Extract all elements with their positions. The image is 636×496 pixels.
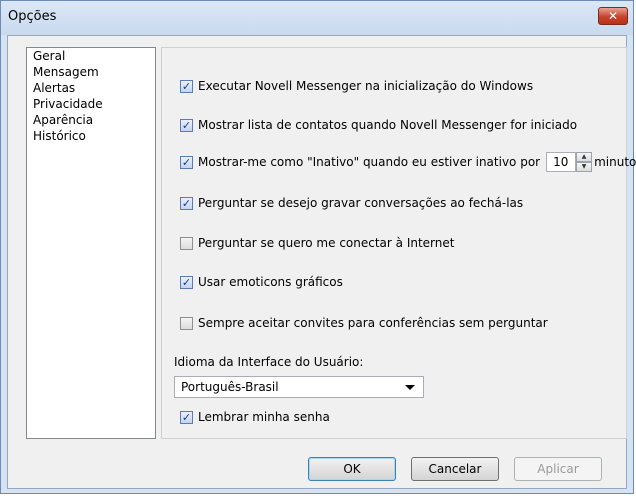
close-icon: ✕ xyxy=(607,9,619,23)
option-run-at-startup[interactable]: ✓ Executar Novell Messenger na inicializ… xyxy=(180,79,533,93)
cancel-button[interactable]: Cancelar xyxy=(411,457,499,481)
option-label: Usar emoticons gráficos xyxy=(198,275,343,289)
checkbox[interactable]: ✓ xyxy=(180,155,193,169)
options-dialog: Opções ✕ Geral Mensagem Alertas Privacid… xyxy=(0,0,636,494)
minutes-unit-label: minuto xyxy=(594,155,636,169)
language-label: Idioma da Interface do Usuário: xyxy=(174,355,364,369)
option-show-contacts[interactable]: ✓ Mostrar lista de contatos quando Novel… xyxy=(180,118,577,132)
apply-button[interactable]: Aplicar xyxy=(514,457,602,481)
checkbox[interactable]: ✓ xyxy=(180,118,193,132)
option-show-inactive[interactable]: ✓ Mostrar-me como "Inativo" quando eu es… xyxy=(180,152,636,172)
window-title: Opções xyxy=(8,9,57,24)
category-item-alertas[interactable]: Alertas xyxy=(27,80,155,96)
chevron-down-icon xyxy=(405,384,415,390)
close-button[interactable]: ✕ xyxy=(598,7,628,25)
option-accept-conferences[interactable]: Sempre aceitar convites para conferência… xyxy=(180,316,548,330)
dialog-body: Geral Mensagem Alertas Privacidade Aparê… xyxy=(7,35,636,489)
category-item-privacidade[interactable]: Privacidade xyxy=(27,96,155,112)
checkbox[interactable] xyxy=(180,236,193,250)
checkbox[interactable]: ✓ xyxy=(180,196,193,210)
option-graphic-emoticons[interactable]: ✓ Usar emoticons gráficos xyxy=(180,275,343,289)
category-item-geral[interactable]: Geral xyxy=(27,48,155,64)
general-settings-panel: ✓ Executar Novell Messenger na inicializ… xyxy=(161,47,636,439)
option-label: Mostrar lista de contatos quando Novell … xyxy=(198,118,578,132)
language-selected-value: Português-Brasil xyxy=(181,380,279,394)
ok-button[interactable]: OK xyxy=(308,457,396,481)
option-remember-password[interactable]: ✓ Lembrar minha senha xyxy=(180,410,330,424)
category-item-historico[interactable]: Histórico xyxy=(27,128,155,144)
checkbox[interactable] xyxy=(180,316,193,330)
checkbox[interactable]: ✓ xyxy=(180,410,193,424)
category-list: Geral Mensagem Alertas Privacidade Aparê… xyxy=(26,47,156,439)
option-label: Lembrar minha senha xyxy=(198,410,330,424)
checkbox[interactable]: ✓ xyxy=(180,79,193,93)
spin-up-icon[interactable]: ▲ xyxy=(576,152,593,162)
inactive-minutes-input[interactable]: 10 xyxy=(546,152,577,172)
category-item-mensagem[interactable]: Mensagem xyxy=(27,64,155,80)
option-label: Mostrar-me como "Inativo" quando eu esti… xyxy=(198,155,541,169)
spin-down-icon[interactable]: ▼ xyxy=(576,162,593,172)
checkbox[interactable]: ✓ xyxy=(180,275,193,289)
option-label: Executar Novell Messenger na inicializaç… xyxy=(198,79,534,93)
option-label: Perguntar se quero me conectar à Interne… xyxy=(198,236,455,250)
option-label: Sempre aceitar convites para conferência… xyxy=(198,316,548,330)
option-save-conversations[interactable]: ✓ Perguntar se desejo gravar conversaçõe… xyxy=(180,196,523,210)
language-select[interactable]: Português-Brasil xyxy=(174,376,424,398)
inactive-minutes-stepper[interactable]: 10 ▲ ▼ minuto xyxy=(546,152,636,172)
title-bar: Opções ✕ xyxy=(1,1,633,35)
option-label: Perguntar se desejo gravar conversações … xyxy=(198,196,524,210)
option-ask-internet[interactable]: Perguntar se quero me conectar à Interne… xyxy=(180,236,454,250)
category-item-aparencia[interactable]: Aparência xyxy=(27,112,155,128)
